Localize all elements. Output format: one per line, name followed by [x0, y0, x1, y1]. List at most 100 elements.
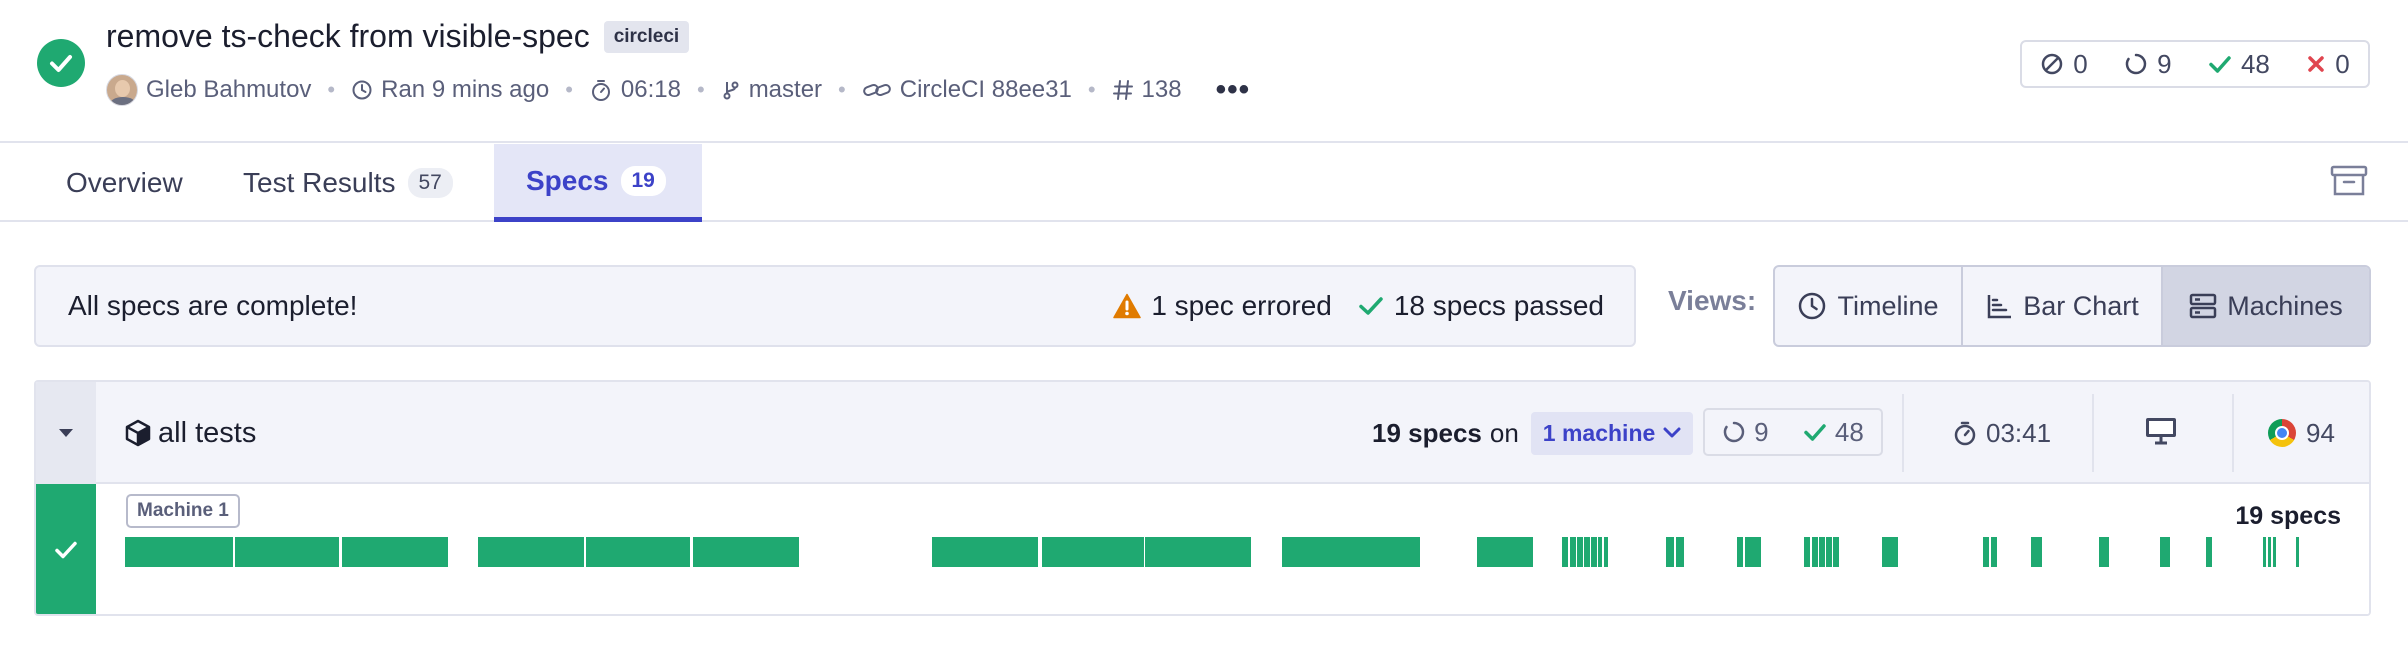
- timeline-segment[interactable]: [1804, 537, 1810, 567]
- run-meta: Gleb Bahmutov • Ran 9 mins ago • 06:18 •…: [106, 72, 1250, 108]
- timeline-segment[interactable]: [1983, 537, 1989, 567]
- pending-icon: [2125, 53, 2147, 75]
- archive-button[interactable]: [2330, 164, 2368, 203]
- timeline-segment[interactable]: [2036, 537, 2042, 567]
- timeline-segment[interactable]: [2296, 537, 2299, 567]
- ran-time: Ran 9 mins ago: [351, 76, 549, 104]
- branch[interactable]: master: [721, 76, 822, 104]
- machine-status-strip: [36, 484, 96, 614]
- machine-timeline: [36, 484, 2369, 614]
- timeline-segment[interactable]: [2268, 537, 2271, 567]
- avatar: [106, 74, 138, 106]
- server-icon: [2189, 293, 2217, 319]
- tab-test-results[interactable]: Test Results 57: [243, 144, 453, 222]
- tab-specs[interactable]: Specs 19: [494, 144, 702, 222]
- timeline-segment[interactable]: [235, 537, 339, 567]
- timeline-segment[interactable]: [1591, 537, 1597, 567]
- stopwatch-icon: [1954, 421, 1976, 446]
- timeline-segment[interactable]: [1598, 537, 1602, 567]
- passed-stat: 18 specs passed: [1358, 290, 1604, 322]
- run-title-row: remove ts-check from visible-spec circle…: [106, 18, 690, 55]
- timeline-segment[interactable]: [2160, 537, 2170, 567]
- run-number: 138: [1112, 76, 1182, 104]
- machine-spec-count: 19 specs: [2235, 502, 2341, 530]
- run-counts: 0 9 48 0: [2020, 40, 2370, 88]
- banner-message: All specs are complete!: [68, 290, 358, 321]
- spec-group: all tests 19 specs on 1 machine 9 48 03:…: [34, 380, 2371, 616]
- run-number-text: 138: [1141, 76, 1182, 103]
- timeline-segment[interactable]: [342, 537, 448, 567]
- skipped-count: 0: [2040, 49, 2088, 80]
- timeline-segment[interactable]: [693, 537, 799, 567]
- group-header: all tests 19 specs on 1 machine 9 48 03:…: [36, 382, 2369, 484]
- link-icon: [862, 83, 891, 97]
- commit[interactable]: CircleCI 88ee31: [862, 76, 1072, 104]
- timeline-segment[interactable]: [1477, 537, 1533, 567]
- timeline-segment[interactable]: [1833, 537, 1839, 567]
- timeline-segment[interactable]: [1604, 537, 1608, 567]
- timeline-segment[interactable]: [1145, 537, 1251, 567]
- test-results-count: 57: [407, 168, 453, 198]
- chrome-icon: [2268, 419, 2296, 447]
- run-header: remove ts-check from visible-spec circle…: [0, 0, 2408, 143]
- timeline-segment[interactable]: [125, 537, 233, 567]
- timeline-segment[interactable]: [1570, 537, 1576, 567]
- group-title-text: all tests: [158, 416, 257, 449]
- group-spec-count: 19 specs on 1 machine: [1372, 382, 1694, 484]
- views-label: Views:: [1668, 285, 1757, 316]
- timeline-segment[interactable]: [478, 537, 584, 567]
- author-name: Gleb Bahmutov: [146, 76, 312, 103]
- timeline-segment[interactable]: [1562, 537, 1568, 567]
- view-timeline-button[interactable]: Timeline: [1775, 267, 1963, 345]
- bar-chart-icon: [1987, 295, 2012, 319]
- timeline-segment[interactable]: [1819, 537, 1825, 567]
- git-branch-icon: [723, 81, 739, 100]
- timeline-segment[interactable]: [1991, 537, 1997, 567]
- machines-dropdown[interactable]: 1 machine: [1530, 411, 1694, 455]
- check-icon: [1804, 424, 1826, 441]
- group-counts: 9 48: [1703, 408, 1883, 456]
- timeline-segment[interactable]: [1577, 537, 1583, 567]
- skipped-icon: [2041, 53, 2063, 75]
- timeline-segment[interactable]: [932, 537, 1038, 567]
- more-options-button[interactable]: •••: [1216, 73, 1251, 107]
- separator: •: [696, 77, 705, 102]
- separator: •: [327, 77, 336, 102]
- errored-stat: 1 spec errored: [1113, 290, 1332, 322]
- timeline-segment[interactable]: [1882, 537, 1898, 567]
- timeline-segment[interactable]: [1826, 537, 1832, 567]
- timeline-segment[interactable]: [1745, 537, 1761, 567]
- timeline-segment[interactable]: [1666, 537, 1674, 567]
- timeline-segment[interactable]: [2206, 537, 2212, 567]
- hash-icon: [1112, 80, 1133, 100]
- run-title: remove ts-check from visible-spec: [106, 18, 590, 54]
- ci-tag[interactable]: circleci: [603, 20, 690, 53]
- tab-overview[interactable]: Overview: [66, 144, 183, 222]
- timeline-segment[interactable]: [2263, 537, 2266, 567]
- timeline-segment[interactable]: [1812, 537, 1818, 567]
- timeline-segment[interactable]: [586, 537, 690, 567]
- divider: [2232, 394, 2234, 472]
- timeline-segment[interactable]: [1042, 537, 1144, 567]
- group-os: [2144, 416, 2178, 451]
- group-pending: 9: [1722, 417, 1769, 448]
- timeline-segment[interactable]: [1676, 537, 1684, 567]
- collapse-group-button[interactable]: [36, 382, 96, 484]
- clock-icon: [352, 80, 372, 100]
- stopwatch-icon: [591, 80, 610, 101]
- separator: •: [1087, 77, 1096, 102]
- group-specs: 19 specs: [1372, 417, 1482, 448]
- timeline-segment[interactable]: [1737, 537, 1743, 567]
- passed-count: 48: [2208, 49, 2270, 80]
- specs-count: 19: [620, 165, 666, 196]
- author[interactable]: Gleb Bahmutov: [106, 74, 311, 106]
- timeline-segment[interactable]: [1282, 537, 1420, 567]
- view-machines-button[interactable]: Machines: [2163, 267, 2369, 345]
- archive-icon: [2330, 165, 2368, 196]
- run-tabs: Overview Test Results 57 Specs 19: [0, 144, 2408, 222]
- timeline-segment[interactable]: [2273, 537, 2276, 567]
- ran-time-text: Ran 9 mins ago: [381, 76, 550, 103]
- timeline-segment[interactable]: [1584, 537, 1590, 567]
- timeline-segment[interactable]: [2099, 537, 2109, 567]
- view-bar-chart-button[interactable]: Bar Chart: [1963, 267, 2163, 345]
